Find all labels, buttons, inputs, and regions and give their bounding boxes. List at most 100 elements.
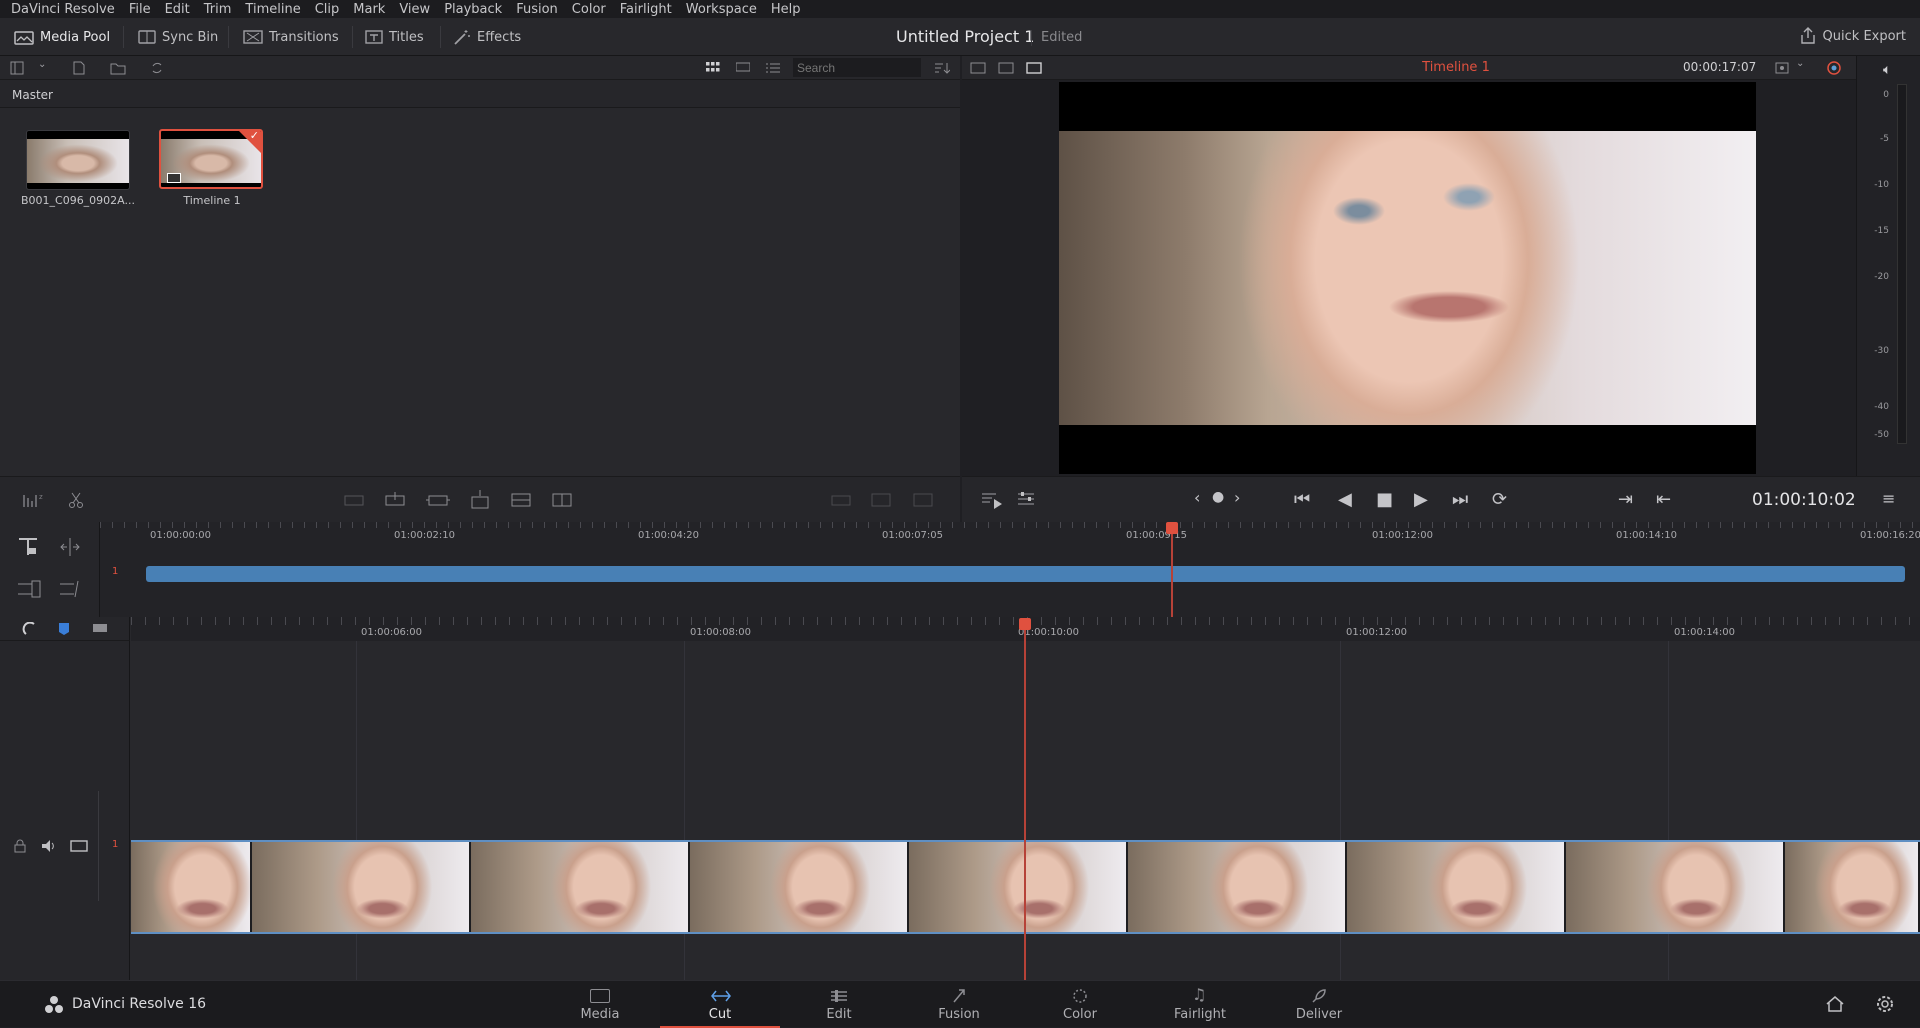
speaker-icon[interactable]: 🔈︎	[1883, 62, 1891, 78]
color-wheel-icon[interactable]	[1826, 60, 1842, 76]
timeline-overview-clip[interactable]	[146, 566, 1905, 582]
jump-end-icon[interactable]: ⏭	[1452, 489, 1468, 510]
menu-view[interactable]: View	[399, 2, 430, 17]
sync-bin-button[interactable]: Sync Bin	[138, 24, 218, 50]
menu-trim[interactable]: Trim	[204, 2, 232, 17]
page-cut[interactable]: Cut	[660, 981, 780, 1028]
chevron-down-icon[interactable]: ⌄	[38, 59, 46, 70]
clip-thumbnail-frame[interactable]	[1785, 842, 1920, 932]
lock-tracks-icon[interactable]	[16, 536, 40, 558]
titles-button[interactable]: Titles	[365, 24, 424, 50]
menu-bar: DaVinci Resolve File Edit Trim Timeline …	[0, 0, 1920, 18]
marker-dot-icon[interactable]: ●	[1212, 489, 1224, 505]
ripple-icon[interactable]	[16, 578, 42, 600]
panel-toggle-icon[interactable]	[10, 61, 24, 75]
safe-area-icon[interactable]	[1774, 61, 1790, 75]
video-track-icon[interactable]	[70, 839, 88, 853]
clip-thumbnail-frame[interactable]	[471, 842, 690, 932]
lock-icon[interactable]	[14, 839, 26, 853]
append-icon[interactable]	[384, 491, 406, 509]
clip-thumbnail-frame[interactable]	[1566, 842, 1785, 932]
search-input[interactable]	[793, 58, 921, 77]
trim-icon[interactable]	[58, 536, 82, 558]
upper-playhead-handle[interactable]	[1166, 522, 1178, 534]
menu-edit[interactable]: Edit	[165, 2, 190, 17]
menu-file[interactable]: File	[129, 2, 151, 17]
menu-playback[interactable]: Playback	[444, 2, 502, 17]
audio-speaker-icon[interactable]	[40, 838, 58, 854]
clip-tool-icon[interactable]	[912, 491, 934, 509]
menu-help[interactable]: Help	[771, 2, 801, 17]
thumbnail-view-icon[interactable]	[706, 62, 720, 74]
scissors-icon[interactable]	[68, 491, 84, 509]
filmstrip-view-icon[interactable]	[736, 62, 750, 74]
upper-playhead[interactable]	[1171, 530, 1173, 618]
media-pool-button[interactable]: Media Pool	[14, 24, 110, 50]
flag-icon[interactable]	[58, 622, 70, 636]
home-icon[interactable]	[1826, 996, 1844, 1012]
list-view-icon[interactable]	[766, 62, 780, 74]
next-marker-icon[interactable]: ›	[1234, 488, 1240, 507]
lower-playhead-handle[interactable]	[1019, 618, 1031, 630]
settings-sliders-icon[interactable]	[1016, 490, 1036, 508]
marker-strip-icon[interactable]	[92, 622, 108, 634]
page-fusion[interactable]: Fusion	[899, 981, 1019, 1028]
page-edit[interactable]: Edit	[779, 981, 899, 1028]
menu-timeline[interactable]: Timeline	[245, 2, 300, 17]
source-overwrite-icon[interactable]	[551, 491, 573, 509]
clip-thumbnail-frame[interactable]	[252, 842, 471, 932]
clip-thumbnail-frame[interactable]	[1347, 842, 1566, 932]
source-clip-icon[interactable]	[970, 61, 986, 75]
clip-thumbnail-frame[interactable]	[1128, 842, 1347, 932]
close-up-icon[interactable]	[469, 489, 491, 511]
page-color[interactable]: Color	[1020, 981, 1140, 1028]
clip-tool-icon[interactable]	[870, 491, 892, 509]
jump-start-icon[interactable]: ⏮	[1294, 489, 1310, 510]
sort-icon[interactable]	[934, 61, 950, 75]
chevron-down-icon[interactable]: ⌄	[1796, 58, 1804, 69]
stop-icon[interactable]: ■	[1376, 489, 1393, 510]
clip-thumbnail[interactable]	[26, 130, 130, 190]
lower-playhead[interactable]	[1024, 620, 1026, 980]
loop-icon[interactable]: ⟳	[1492, 489, 1507, 510]
previous-marker-icon[interactable]: ‹	[1194, 488, 1200, 507]
menu-fusion[interactable]: Fusion	[516, 2, 558, 17]
clip-thumbnail-frame[interactable]	[909, 842, 1128, 932]
mark-out-icon[interactable]: ⇤	[1656, 489, 1671, 510]
viewer-frame[interactable]	[1059, 82, 1756, 474]
new-file-icon[interactable]	[72, 61, 86, 75]
play-icon[interactable]: ▶	[1414, 489, 1428, 510]
sync-icon[interactable]	[150, 61, 164, 75]
source-tape-icon[interactable]	[998, 61, 1014, 75]
playback-mode-icon[interactable]	[980, 490, 1004, 510]
gear-icon[interactable]	[1876, 995, 1894, 1013]
effects-button[interactable]: Effects	[453, 24, 521, 50]
play-reverse-icon[interactable]: ◀	[1338, 489, 1352, 510]
page-deliver[interactable]: Deliver	[1259, 981, 1379, 1028]
snap-icon[interactable]	[22, 622, 38, 636]
mark-in-icon[interactable]: ⇥	[1618, 489, 1633, 510]
audio-meter: 🔈︎ 0 -5 -10 -15 -20 -30 -40 -50	[1856, 56, 1920, 476]
smart-insert-icon[interactable]	[343, 491, 365, 509]
menu-app[interactable]: DaVinci Resolve	[11, 2, 115, 17]
page-fairlight[interactable]: ♫ Fairlight	[1140, 981, 1260, 1028]
timeline-sort-icon[interactable]: z	[22, 491, 48, 509]
quick-export-button[interactable]: Quick Export	[1799, 27, 1906, 45]
menu-color[interactable]: Color	[572, 2, 606, 17]
transitions-button[interactable]: Transitions	[243, 24, 339, 50]
menu-mark[interactable]: Mark	[353, 2, 385, 17]
menu-fairlight[interactable]: Fairlight	[620, 2, 672, 17]
roll-icon[interactable]	[58, 578, 84, 600]
page-media[interactable]: Media	[540, 981, 660, 1028]
clip-tool-icon[interactable]	[830, 491, 852, 509]
clip-thumbnail-frame[interactable]	[131, 842, 252, 932]
place-on-top-icon[interactable]	[510, 491, 532, 509]
ripple-overwrite-icon[interactable]	[425, 491, 451, 509]
clip-thumbnail-frame[interactable]	[690, 842, 909, 932]
timeline-thumbnail[interactable]: ✓	[159, 129, 263, 189]
new-bin-icon[interactable]	[110, 61, 126, 75]
menu-clip[interactable]: Clip	[315, 2, 340, 17]
options-menu-icon[interactable]: ≡	[1882, 489, 1895, 508]
menu-workspace[interactable]: Workspace	[686, 2, 757, 17]
timeline-viewer-icon[interactable]	[1026, 61, 1042, 75]
